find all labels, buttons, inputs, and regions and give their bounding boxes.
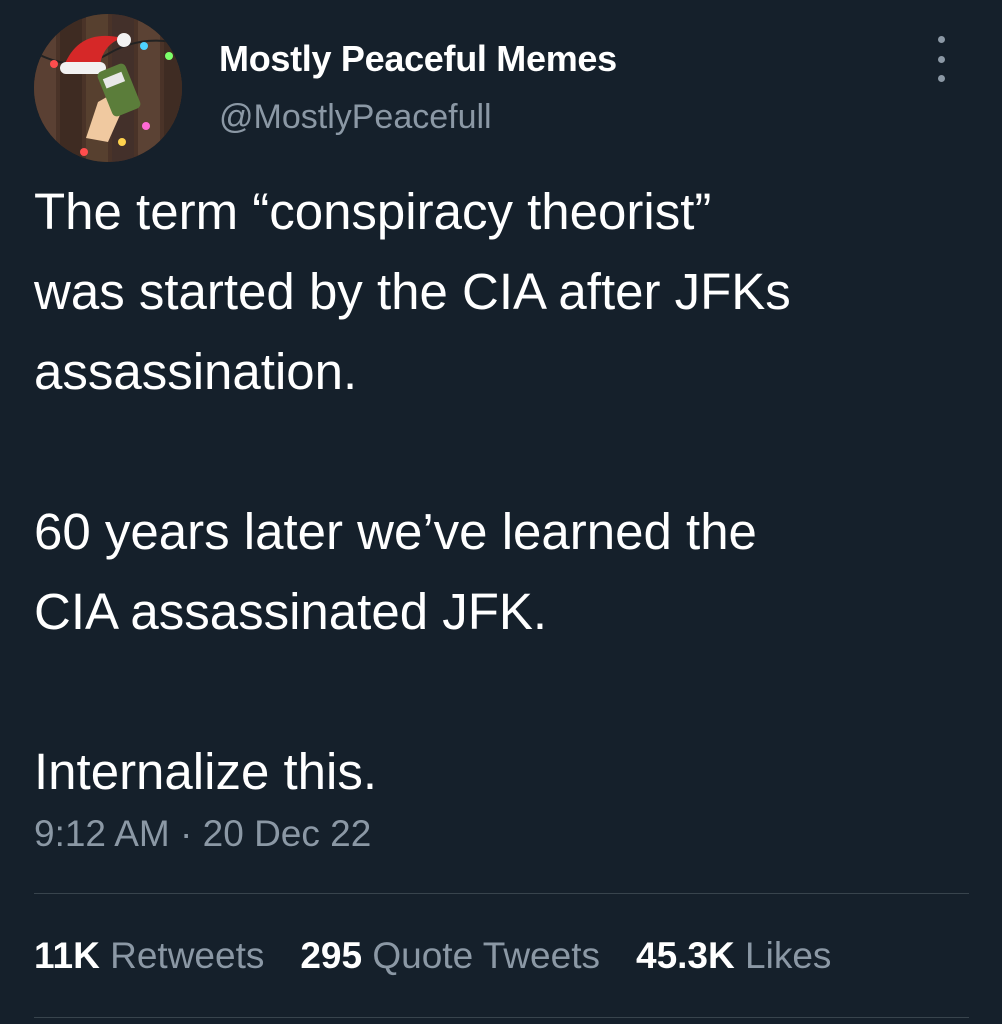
tweet-paragraph: Internalize this. bbox=[34, 743, 378, 800]
tweet-stats: 11K Retweets 295 Quote Tweets 45.3K Like… bbox=[34, 935, 831, 977]
tweet-detail: Mostly Peaceful Memes @MostlyPeacefull T… bbox=[0, 0, 1002, 1024]
more-options-button[interactable] bbox=[926, 36, 956, 82]
avatar-image bbox=[34, 14, 182, 162]
tweet-text: The term “conspiracy theorist” was start… bbox=[34, 172, 974, 812]
more-vertical-icon bbox=[937, 36, 945, 43]
likes-label: Likes bbox=[745, 935, 832, 976]
more-vertical-icon-dot bbox=[937, 55, 945, 63]
tweet-timestamp[interactable]: 9:12 AM · 20 Dec 22 bbox=[34, 813, 371, 855]
divider bbox=[34, 893, 969, 894]
author-handle[interactable]: @MostlyPeacefull bbox=[219, 98, 492, 137]
avatar[interactable] bbox=[34, 14, 182, 162]
likes-stat[interactable]: 45.3K Likes bbox=[636, 935, 831, 977]
likes-count: 45.3K bbox=[636, 935, 735, 976]
more-vertical-icon-dot bbox=[937, 75, 945, 82]
divider bbox=[34, 1017, 969, 1018]
quote-tweets-count: 295 bbox=[300, 935, 363, 976]
author-display-name[interactable]: Mostly Peaceful Memes bbox=[219, 38, 617, 80]
tweet-paragraph: The term “conspiracy theorist” was start… bbox=[34, 183, 791, 400]
tweet-paragraph: 60 years later we’ve learned the CIA ass… bbox=[34, 503, 757, 640]
quote-tweets-label: Quote Tweets bbox=[372, 935, 600, 976]
retweets-count: 11K bbox=[34, 935, 100, 976]
retweets-stat[interactable]: 11K Retweets bbox=[34, 935, 264, 977]
retweets-label: Retweets bbox=[110, 935, 265, 976]
quote-tweets-stat[interactable]: 295 Quote Tweets bbox=[300, 935, 600, 977]
